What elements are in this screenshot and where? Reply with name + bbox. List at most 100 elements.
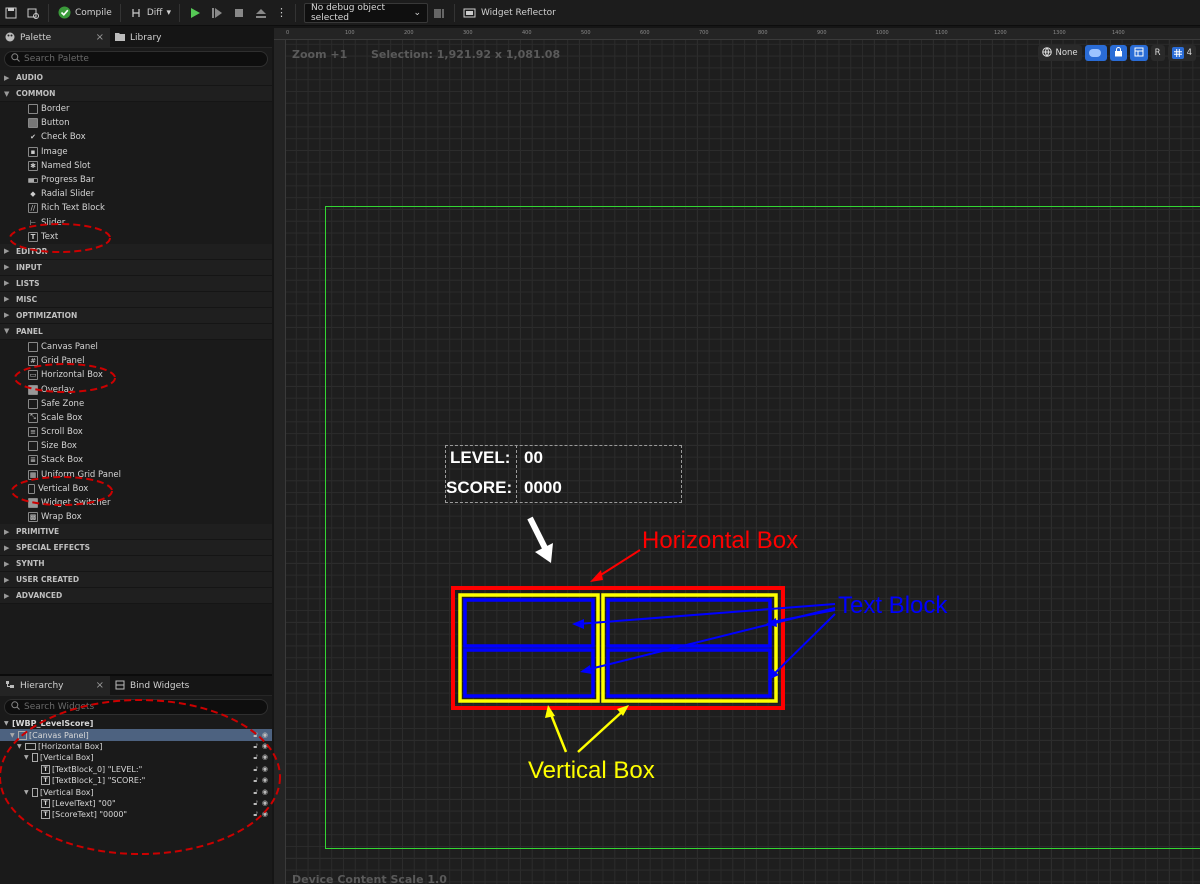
palette-item-border[interactable]: Border: [0, 102, 272, 116]
palette-item-scale-box[interactable]: ⤡ Scale Box: [0, 411, 272, 425]
palette-item-radial-slider[interactable]: ◆ Radial Slider: [0, 187, 272, 201]
score-label-text[interactable]: SCORE:: [446, 478, 512, 498]
palette-item-button[interactable]: Button: [0, 116, 272, 130]
hierarchy-row-level-text[interactable]: T [LevelText] "00" 🔓︎ ◉: [0, 798, 272, 809]
category-advanced[interactable]: ▶ ADVANCED: [0, 588, 272, 605]
eye-icon[interactable]: ◉: [262, 810, 268, 819]
lock-icon[interactable]: 🔓︎: [253, 731, 258, 740]
palette-item-size-box[interactable]: Size Box: [0, 439, 272, 453]
play-button[interactable]: [184, 3, 206, 23]
eye-icon[interactable]: ◉: [262, 799, 268, 808]
compile-button[interactable]: Compile: [53, 3, 116, 23]
caret-down-icon: ▼: [4, 720, 9, 728]
category-input[interactable]: ▶ INPUT: [0, 259, 272, 276]
debug-browse-button[interactable]: [428, 3, 450, 23]
palette-item-safe-zone[interactable]: Safe Zone: [0, 397, 272, 411]
palette-item-horizontal-box[interactable]: ▭ Horizontal Box: [0, 368, 272, 382]
more-options-button[interactable]: ⋮: [272, 3, 291, 23]
hierarchy-row-root[interactable]: ▼ [WBP_LevelScore]: [0, 718, 272, 729]
toggle-button[interactable]: [1084, 45, 1107, 61]
palette-item-stack-box[interactable]: ≣ Stack Box: [0, 453, 272, 467]
hierarchy-row-vertical-box[interactable]: ▼ [Vertical Box] 🔓︎ ◉: [0, 752, 272, 763]
eye-icon[interactable]: ◉: [262, 776, 268, 785]
eye-icon[interactable]: ◉: [262, 731, 268, 740]
palette-item-label: Horizontal Box: [41, 370, 103, 381]
hierarchy-row-score-text[interactable]: T [ScoreText] "0000" 🔓︎ ◉: [0, 809, 272, 820]
eye-icon[interactable]: ◉: [262, 765, 268, 774]
eye-icon[interactable]: ◉: [262, 788, 268, 797]
palette-item-vertical-box[interactable]: Vertical Box: [0, 482, 272, 496]
step-button[interactable]: [206, 3, 228, 23]
category-special-effects[interactable]: ▶ SPECIAL EFFECTS: [0, 540, 272, 557]
level-value-text[interactable]: 00: [524, 448, 543, 468]
category-common[interactable]: ▼ COMMON: [0, 86, 272, 102]
lock-icon[interactable]: 🔓︎: [253, 788, 258, 797]
level-label-text[interactable]: LEVEL:: [450, 448, 510, 468]
palette-item-canvas-panel[interactable]: Canvas Panel: [0, 340, 272, 354]
hierarchy-row-canvas-panel[interactable]: ▼ [Canvas Panel] 🔓︎ ◉: [0, 729, 272, 741]
tab-library[interactable]: Library: [110, 28, 220, 48]
palette-item-grid-panel[interactable]: # Grid Panel: [0, 354, 272, 368]
widget-reflector-button[interactable]: Widget Reflector: [459, 3, 560, 23]
category-optimization[interactable]: ▶ OPTIMIZATION: [0, 307, 272, 324]
tab-bind-widgets[interactable]: Bind Widgets: [110, 676, 220, 696]
palette-item-widget-switcher[interactable]: Widget Switcher: [0, 496, 272, 510]
palette-item-overlay[interactable]: Overlay: [0, 382, 272, 396]
lock-icon[interactable]: 🔓︎: [253, 799, 258, 808]
hierarchy-search-input[interactable]: Search Widgets: [4, 699, 268, 715]
hierarchy-row-textblock-1[interactable]: T [TextBlock_1] "SCORE:" 🔓︎ ◉: [0, 775, 272, 786]
close-icon[interactable]: ×: [96, 680, 104, 691]
lock-icon[interactable]: 🔓︎: [253, 742, 258, 751]
palette-item-named-slot[interactable]: ✱ Named Slot: [0, 159, 272, 173]
close-icon[interactable]: ×: [96, 32, 104, 43]
zoom-label: Zoom +1: [292, 48, 348, 61]
score-value-text[interactable]: 0000: [524, 478, 562, 498]
lock-icon[interactable]: 🔓︎: [253, 776, 258, 785]
diff-button[interactable]: Diff ▾: [125, 3, 175, 23]
localization-preview-button[interactable]: None: [1038, 45, 1082, 61]
palette-search-input[interactable]: Search Palette: [4, 51, 268, 67]
browse-button[interactable]: [22, 3, 44, 23]
category-synth[interactable]: ▶ SYNTH: [0, 556, 272, 573]
palette-item-check-box[interactable]: ✔ Check Box: [0, 130, 272, 144]
palette-item-label: Overlay: [41, 384, 75, 395]
eye-icon[interactable]: ◉: [262, 742, 268, 751]
category-misc[interactable]: ▶ MISC: [0, 291, 272, 308]
stop-button[interactable]: [228, 3, 250, 23]
lock-icon[interactable]: 🔓︎: [253, 753, 258, 762]
debug-object-select[interactable]: No debug object selected ⌄: [303, 2, 428, 23]
lock-icon[interactable]: 🔓︎: [253, 765, 258, 774]
category-primitive[interactable]: ▶ PRIMITIVE: [0, 524, 272, 541]
tab-hierarchy[interactable]: Hierarchy ×: [0, 676, 110, 696]
palette-item-rich-text-block[interactable]: //Rich Text Block: [0, 201, 272, 215]
layout-toggle-button[interactable]: [1129, 45, 1148, 61]
palette-item-wrap-box[interactable]: ▩ Wrap Box: [0, 510, 272, 524]
category-audio[interactable]: ▶ AUDIO: [0, 70, 272, 86]
respect-locks-button[interactable]: R: [1150, 45, 1165, 61]
lock-toggle-button[interactable]: [1109, 45, 1127, 61]
category-user-created[interactable]: ▶ USER CREATED: [0, 572, 272, 589]
category-lists[interactable]: ▶ LISTS: [0, 275, 272, 292]
palette-item-progress-bar[interactable]: Progress Bar: [0, 173, 272, 187]
palette-panel: Palette × Library Search Palette ▶ AUDIO …: [0, 28, 272, 884]
ruler-tick-label: 1200: [994, 30, 1007, 36]
category-panel[interactable]: ▼ PANEL: [0, 323, 272, 340]
save-button[interactable]: [0, 3, 22, 23]
palette-item-label: Slider: [41, 217, 66, 228]
grid-snap-button[interactable]: 4: [1167, 45, 1196, 61]
ruler-tick-label: 300: [463, 30, 473, 36]
eye-icon[interactable]: ◉: [262, 753, 268, 762]
tab-palette[interactable]: Palette ×: [0, 28, 110, 48]
palette-item-uniform-grid-panel[interactable]: ▦ Uniform Grid Panel: [0, 468, 272, 482]
lock-icon[interactable]: 🔓︎: [253, 810, 258, 819]
hierarchy-row-vertical-box-2[interactable]: ▼ [Vertical Box] 🔓︎ ◉: [0, 786, 272, 797]
category-editor[interactable]: ▶ EDITOR: [0, 243, 272, 260]
palette-item-image[interactable]: ▪ Image: [0, 145, 272, 159]
eject-button[interactable]: [250, 3, 272, 23]
palette-item-slider[interactable]: ⊢ Slider: [0, 216, 272, 230]
palette-item-text[interactable]: T Text: [0, 230, 272, 244]
toolbar-divider: [48, 3, 49, 22]
hierarchy-row-textblock-0[interactable]: T [TextBlock_0] "LEVEL:" 🔓︎ ◉: [0, 764, 272, 775]
hierarchy-row-horizontal-box[interactable]: ▼ [Horizontal Box] 🔓︎ ◉: [0, 741, 272, 752]
palette-item-scroll-box[interactable]: ≡ Scroll Box: [0, 425, 272, 439]
